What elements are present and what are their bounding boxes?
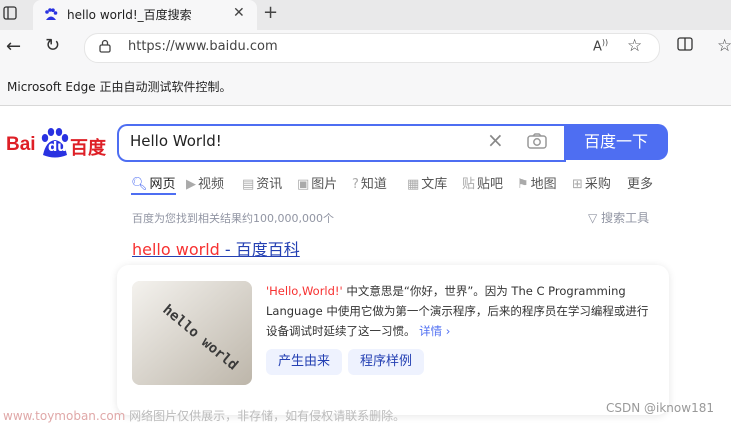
read-aloud-icon[interactable]: A))	[593, 38, 608, 54]
map-icon: ⚑	[517, 177, 529, 192]
tab-wenku[interactable]: ▦ 文库	[407, 173, 447, 192]
logo-baidu-cn[interactable]: 百度	[70, 134, 106, 160]
filter-icon: ▽	[588, 211, 598, 225]
reload-icon[interactable]: ↻	[45, 35, 60, 56]
logo-du[interactable]: du	[48, 140, 67, 155]
hello-world-image: hello world	[132, 281, 252, 385]
search-tools-label: 搜索工具	[601, 211, 650, 225]
desc-em: 'Hello,World!'	[266, 284, 343, 298]
tab-label: 图片	[311, 177, 338, 192]
tab-title: hello world!_百度搜索	[67, 8, 192, 22]
chip-origin[interactable]: 产生由来	[266, 349, 343, 375]
tab-web[interactable]: 🔍︎ 网页	[131, 173, 176, 192]
csdn-credit: CSDN @iknow181	[606, 401, 714, 415]
tab-video[interactable]: ▶ 视频	[186, 173, 224, 192]
active-tab-underline	[131, 193, 176, 195]
collections-icon[interactable]: ☆	[717, 36, 731, 56]
tab-map[interactable]: ⚑ 地图	[517, 173, 557, 192]
news-icon: ▤	[242, 177, 255, 192]
window-menu-icon[interactable]	[3, 6, 17, 20]
tab-images[interactable]: ▣ 图片	[297, 173, 337, 192]
result-title-rest: - 百度百科	[219, 240, 300, 259]
book-icon: ▦	[407, 177, 420, 192]
search-tools[interactable]: ▽ 搜索工具	[588, 209, 649, 226]
result-description: 'Hello,World!' 中文意思是“你好，世界”。因为 The C Pro…	[266, 281, 656, 341]
clear-icon[interactable]: ×	[487, 128, 504, 152]
baidu-favicon-icon	[45, 8, 58, 20]
watermark: www.toymoban.com 网络图片仅供展示，非存储，如有侵权请联系删除。	[3, 407, 405, 424]
split-screen-icon[interactable]	[677, 37, 693, 51]
tab-label: 文库	[421, 177, 448, 192]
result-thumbnail[interactable]: hello world	[132, 281, 252, 385]
url-text[interactable]: https://www.baidu.com	[128, 39, 278, 54]
result-title-em: hello world	[132, 240, 220, 259]
tab-label: 采购	[584, 177, 611, 192]
tieba-icon: 贴	[462, 177, 476, 192]
tab-purchase[interactable]: ⊞ 采购	[572, 173, 611, 192]
tab-label: 网页	[149, 177, 176, 192]
cart-icon: ⊞	[572, 177, 583, 192]
tab-label: 贴吧	[477, 177, 504, 192]
result-count: 百度为您找到相关结果约100,000,000个	[132, 212, 334, 225]
tab-news[interactable]: ▤ 资讯	[242, 173, 282, 192]
search-icon: 🔍︎	[131, 177, 148, 192]
tab-label: 知道	[360, 177, 387, 192]
tab-label: 视频	[198, 177, 225, 192]
tab-more[interactable]: 更多	[627, 173, 653, 192]
tab-label: 资讯	[256, 177, 283, 192]
result-title-link[interactable]: hello world - 百度百科	[132, 236, 300, 260]
watermark-brand: www.toymoban.com	[3, 409, 126, 423]
tab-zhidao[interactable]: ? 知道	[352, 173, 387, 192]
lock-icon[interactable]	[99, 39, 111, 53]
search-input[interactable]: Hello World!	[130, 132, 222, 150]
logo-bai[interactable]: Bai	[6, 134, 36, 156]
watermark-text: 网络图片仅供展示，非存储，如有侵权请联系删除。	[125, 409, 406, 423]
new-tab-icon[interactable]: +	[263, 2, 278, 23]
question-icon: ?	[352, 177, 359, 192]
tab-tieba[interactable]: 贴贴吧	[462, 173, 503, 192]
more-link[interactable]: 详情 ›	[419, 324, 450, 338]
tab-close-icon[interactable]: ✕	[233, 5, 245, 21]
favorite-star-icon[interactable]: ☆	[627, 36, 642, 56]
chip-examples[interactable]: 程序样例	[348, 349, 425, 375]
video-icon: ▶	[186, 177, 196, 192]
tab-label: 地图	[530, 177, 557, 192]
search-button[interactable]: 百度一下	[564, 124, 668, 160]
camera-icon[interactable]	[527, 133, 547, 149]
image-icon: ▣	[297, 177, 310, 192]
tab-label: 更多	[627, 177, 654, 192]
back-icon[interactable]: ←	[6, 36, 21, 57]
infobar-text: Microsoft Edge 正由自动测试软件控制。	[7, 80, 232, 94]
